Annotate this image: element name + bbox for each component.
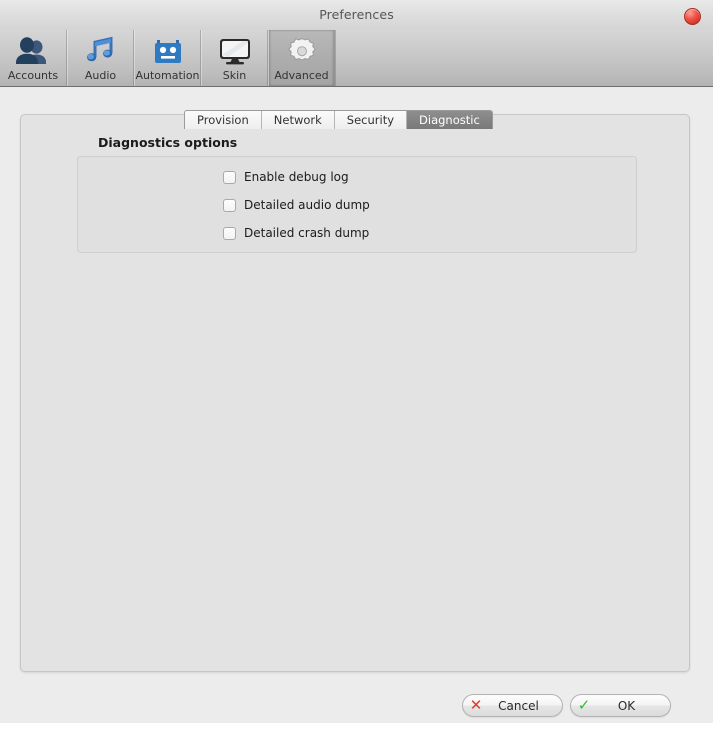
tab-security[interactable]: Security: [335, 111, 408, 129]
preferences-window: Preferences Accounts Audio Automation Sk…: [0, 0, 713, 723]
toolbar-spacer: [335, 30, 713, 86]
ok-button-label: OK: [617, 698, 636, 713]
preferences-body: Provision Network Security Diagnostic Di…: [0, 88, 713, 723]
close-circle-icon[interactable]: [684, 8, 701, 25]
checkbox-row-enable-debug-log[interactable]: Enable debug log: [223, 170, 349, 184]
checkbox-row-detailed-crash-dump[interactable]: Detailed crash dump: [223, 226, 369, 240]
section-title: Diagnostics options: [98, 135, 238, 150]
skin-monitor-icon: [215, 35, 255, 67]
checkbox-label: Detailed crash dump: [244, 226, 370, 240]
cancel-button-label: Cancel: [498, 698, 539, 713]
toolbar-item-label: Advanced: [274, 69, 329, 82]
toolbar-item-label: Accounts: [7, 69, 59, 82]
toolbar-item-label: Automation: [135, 69, 200, 82]
advanced-gear-icon: [282, 35, 322, 67]
ok-button[interactable]: ✓ OK: [570, 694, 671, 717]
window-title: Preferences: [319, 7, 394, 22]
toolbar-item-label: Skin: [222, 69, 247, 82]
accounts-people-icon: [13, 35, 53, 67]
diagnostics-options-group: Enable debug log Detailed audio dump Det…: [77, 156, 637, 253]
toolbar-item-label: Audio: [84, 69, 117, 82]
checkbox-icon[interactable]: [223, 198, 236, 212]
toolbar-item-advanced[interactable]: Advanced: [268, 30, 335, 86]
diagnostic-panel: Diagnostics options Enable debug log Det…: [20, 114, 690, 672]
cancel-button[interactable]: ✕ Cancel: [462, 694, 563, 717]
tab-provision[interactable]: Provision: [185, 111, 262, 129]
automation-robot-icon: [148, 35, 188, 67]
checkbox-icon[interactable]: [223, 226, 236, 240]
toolbar-item-skin[interactable]: Skin: [201, 30, 268, 86]
check-icon: ✓: [577, 696, 591, 714]
preferences-toolbar: Accounts Audio Automation Skin Advanced: [0, 30, 713, 87]
window-titlebar: Preferences: [0, 0, 713, 30]
cross-icon: ✕: [469, 696, 483, 714]
dialog-footer: ✕ Cancel ✓ OK: [0, 689, 713, 723]
toolbar-item-accounts[interactable]: Accounts: [0, 30, 67, 86]
checkbox-row-detailed-audio-dump[interactable]: Detailed audio dump: [223, 198, 370, 212]
tab-network[interactable]: Network: [262, 111, 335, 129]
checkbox-label: Detailed audio dump: [244, 198, 370, 212]
tab-diagnostic[interactable]: Diagnostic: [407, 111, 492, 129]
audio-music-note-icon: [81, 35, 121, 67]
checkbox-label: Enable debug log: [244, 170, 349, 184]
settings-tabbar: Provision Network Security Diagnostic: [184, 110, 493, 129]
toolbar-item-automation[interactable]: Automation: [134, 30, 201, 86]
checkbox-icon[interactable]: [223, 170, 236, 184]
toolbar-item-audio[interactable]: Audio: [67, 30, 134, 86]
